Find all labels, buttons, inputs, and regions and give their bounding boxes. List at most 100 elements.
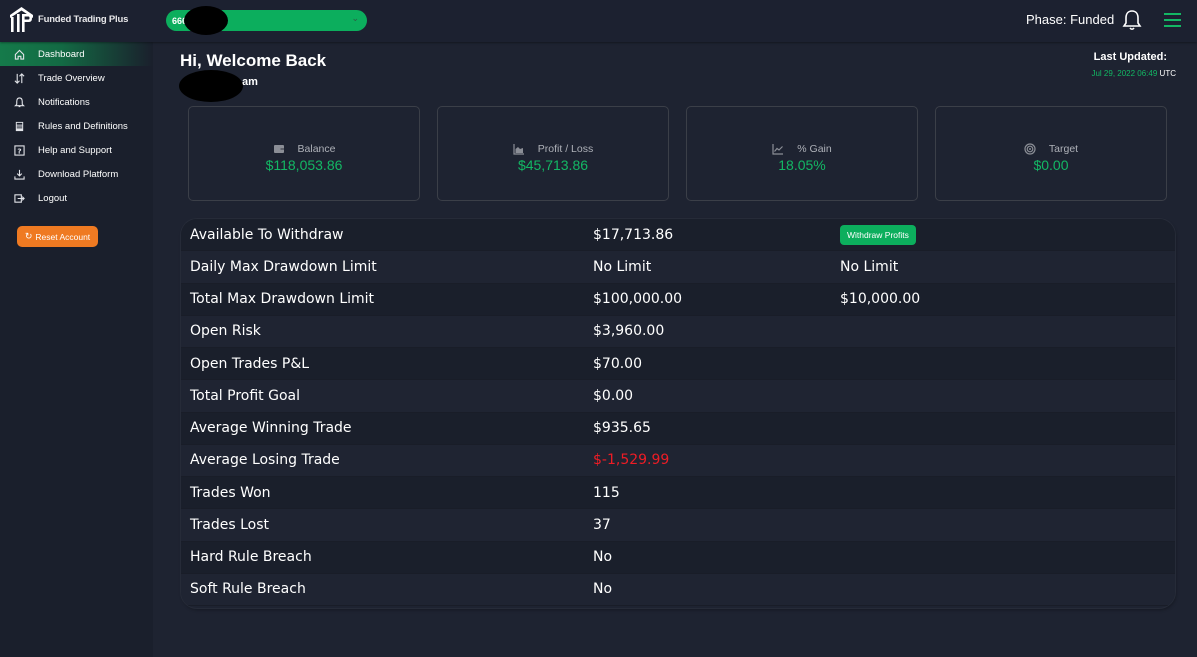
row-value: $0.00 xyxy=(593,387,634,404)
row-label: Hard Rule Breach xyxy=(190,549,312,566)
card-label: Profit / Loss xyxy=(537,142,594,155)
sidebar: Dashboard Trade Overview Notifications R… xyxy=(0,42,153,657)
sidebar-item-help[interactable]: ? Help and Support xyxy=(0,138,153,162)
bell-icon xyxy=(13,96,25,108)
sidebar-item-label: Trade Overview xyxy=(38,72,105,84)
card-value: $0.00 xyxy=(1033,156,1069,173)
redaction-mark xyxy=(179,70,243,102)
card-value: 18.05% xyxy=(778,156,826,173)
sidebar-item-label: Download Platform xyxy=(38,168,119,180)
row-label: Soft Rule Breach xyxy=(190,581,306,598)
home-icon xyxy=(13,48,25,60)
profit-loss-card: Profit / Loss $45,713.86 xyxy=(437,106,669,201)
calculator-icon xyxy=(13,120,25,132)
table-row: Open Risk $3,960.00 xyxy=(181,315,1175,348)
card-label: % Gain xyxy=(797,142,832,155)
top-navbar: Funded Trading Plus 666 ⌄ Phase: Funded xyxy=(0,0,1197,42)
reset-account-button[interactable]: ↻ Reset Account xyxy=(17,226,98,247)
row-label: Trades Won xyxy=(190,484,271,501)
row-value: $100,000.00 xyxy=(593,291,683,308)
area-chart-icon xyxy=(513,143,525,155)
sidebar-item-label: Dashboard xyxy=(38,48,85,60)
refresh-icon: ↻ xyxy=(24,231,33,241)
username: am xyxy=(179,70,258,102)
row-label: Daily Max Drawdown Limit xyxy=(190,258,377,275)
row-value: 37 xyxy=(593,516,611,533)
download-icon xyxy=(13,168,25,180)
last-updated-value: Jul 29, 2022 06:49 UTC xyxy=(1091,69,1176,78)
phase-status: Phase: Funded xyxy=(1026,12,1115,27)
row-value: $17,713.86 xyxy=(593,226,674,243)
wallet-icon xyxy=(273,143,285,155)
last-updated-label: Last Updated: xyxy=(1093,51,1167,63)
row-label: Open Risk xyxy=(190,323,261,340)
logo[interactable]: Funded Trading Plus xyxy=(9,6,128,33)
redaction-mark xyxy=(184,6,228,35)
username-text: am xyxy=(242,76,258,88)
table-row: Average Losing Trade $-1,529.99 xyxy=(181,444,1175,477)
table-row: Average Winning Trade $935.65 xyxy=(181,412,1175,445)
last-updated-date: Jul 29, 2022 06:49 xyxy=(1091,69,1158,78)
row-label: Trades Lost xyxy=(190,516,269,533)
row-extra: No Limit xyxy=(840,258,899,275)
sidebar-item-rules[interactable]: Rules and Definitions xyxy=(0,114,153,138)
row-value: $935.65 xyxy=(593,420,651,437)
sidebar-item-logout[interactable]: Logout xyxy=(0,186,153,210)
table-row: Trades Lost 37 xyxy=(181,509,1175,542)
sort-arrows-icon xyxy=(13,72,25,84)
sidebar-item-notifications[interactable]: Notifications xyxy=(0,90,153,114)
balance-card: Balance $118,053.86 xyxy=(188,106,420,201)
account-select[interactable]: 666 ⌄ xyxy=(166,6,367,35)
withdraw-profits-button[interactable]: Withdraw Profits xyxy=(840,224,916,245)
table-row: Total Profit Goal $0.00 xyxy=(181,380,1175,413)
row-value: 115 xyxy=(593,484,620,501)
notification-bell-icon[interactable] xyxy=(1122,9,1142,31)
row-label: Average Losing Trade xyxy=(190,452,340,469)
sidebar-item-label: Notifications xyxy=(38,96,90,108)
logout-icon xyxy=(13,192,25,204)
row-value: No Limit xyxy=(593,258,652,275)
logo-text: Funded Trading Plus xyxy=(38,14,129,25)
sidebar-item-label: Rules and Definitions xyxy=(38,120,128,132)
row-label: Available To Withdraw xyxy=(190,226,344,243)
row-label: Open Trades P&L xyxy=(190,355,310,372)
target-card: Target $0.00 xyxy=(935,106,1167,201)
account-stats-table: Available To Withdraw $17,713.86 Withdra… xyxy=(181,219,1175,608)
table-row: Total Max Drawdown Limit $100,000.00 $10… xyxy=(181,283,1175,316)
table-row: Trades Won 115 xyxy=(181,477,1175,510)
page-title: Hi, Welcome Back xyxy=(180,51,327,70)
row-value-negative: $-1,529.99 xyxy=(593,452,670,469)
table-row: Daily Max Drawdown Limit No Limit No Lim… xyxy=(181,251,1175,284)
sidebar-item-label: Logout xyxy=(38,192,68,204)
ftp-logo-icon xyxy=(10,7,33,32)
svg-text:?: ? xyxy=(17,146,21,155)
target-icon xyxy=(1024,142,1036,155)
reset-account-label: Reset Account xyxy=(35,231,91,242)
row-value: $3,960.00 xyxy=(593,323,665,340)
gain-card: % Gain 18.05% xyxy=(686,106,918,201)
sidebar-item-trade-overview[interactable]: Trade Overview xyxy=(0,66,153,90)
row-value: $70.00 xyxy=(593,355,642,372)
row-value: No xyxy=(593,581,613,598)
row-label: Total Profit Goal xyxy=(190,387,300,404)
table-row: Soft Rule Breach No xyxy=(181,573,1175,606)
row-extra: $10,000.00 xyxy=(840,291,921,308)
card-label: Balance xyxy=(297,142,336,155)
sidebar-item-dashboard[interactable]: Dashboard xyxy=(0,42,153,66)
table-row: Hard Rule Breach No xyxy=(181,541,1175,574)
card-label: Target xyxy=(1048,142,1079,155)
sidebar-item-label: Help and Support xyxy=(38,144,112,156)
row-value: No xyxy=(593,549,613,566)
menu-toggle-icon[interactable] xyxy=(1164,13,1181,27)
question-box-icon: ? xyxy=(13,144,25,156)
card-value: $118,053.86 xyxy=(265,156,343,173)
chevron-down-icon: ⌄ xyxy=(351,14,359,24)
sidebar-item-download[interactable]: Download Platform xyxy=(0,162,153,186)
last-updated-timezone: UTC xyxy=(1159,69,1176,78)
row-label: Average Winning Trade xyxy=(190,420,352,437)
summary-cards: Balance $118,053.86 Profit / Loss $45,71… xyxy=(188,106,1167,201)
card-value: $45,713.86 xyxy=(517,156,589,173)
table-row: Open Trades P&L $70.00 xyxy=(181,348,1175,381)
table-row: Available To Withdraw $17,713.86 Withdra… xyxy=(181,219,1175,252)
line-chart-icon xyxy=(772,143,784,155)
